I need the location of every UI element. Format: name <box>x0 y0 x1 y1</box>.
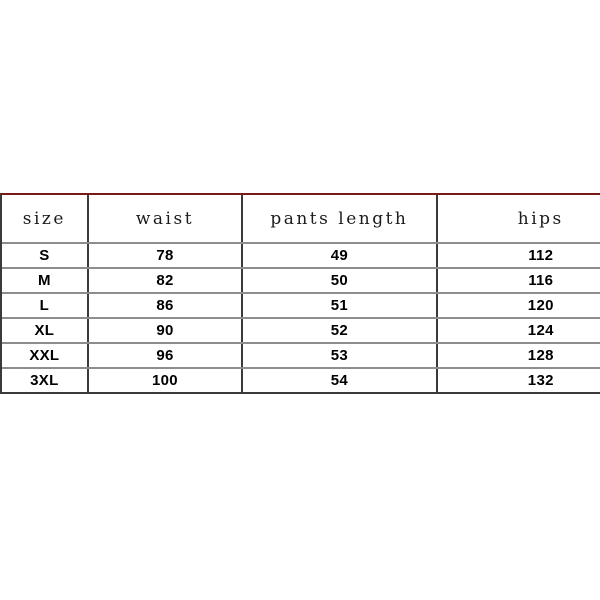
cell-hips-value: 128 <box>527 347 554 364</box>
cell-hips-value: 112 <box>528 247 554 264</box>
column-header-hips-label: hips <box>517 208 564 229</box>
cell-pants-length-value: 49 <box>330 247 349 264</box>
column-header-hips: hips <box>435 195 600 242</box>
cell-size-value: M <box>37 272 51 289</box>
cell-waist-value: 82 <box>156 272 174 289</box>
cell-waist: 100 <box>86 369 241 392</box>
cell-pants-length-value: 52 <box>330 322 349 339</box>
column-header-pants-length-label: pants length <box>270 208 409 229</box>
cell-hips: 124 <box>435 319 600 342</box>
cell-pants-length: 54 <box>241 369 435 392</box>
cell-size-value: S <box>39 247 50 264</box>
cell-waist: 82 <box>86 269 241 292</box>
column-header-size-label: size <box>22 208 66 229</box>
cell-pants-length-value: 51 <box>330 297 349 314</box>
cell-hips: 128 <box>435 344 600 367</box>
size-chart-table: size waist pants length hips S 78 49 112… <box>0 193 600 394</box>
table-row: S 78 49 112 <box>2 242 600 267</box>
cell-size-value: XL <box>34 322 55 339</box>
table-header-row: size waist pants length hips <box>2 195 600 242</box>
cell-hips: 112 <box>435 244 600 267</box>
table-row: 3XL 100 54 132 <box>2 367 600 392</box>
cell-hips-value: 124 <box>527 322 554 339</box>
cell-pants-length: 49 <box>241 244 435 267</box>
cell-size: XXL <box>2 344 87 367</box>
cell-size: S <box>2 244 87 267</box>
cell-pants-length: 52 <box>241 319 435 342</box>
column-header-size: size <box>2 195 87 242</box>
cell-pants-length-value: 53 <box>330 347 349 364</box>
cell-waist: 86 <box>86 294 241 317</box>
cell-hips-value: 116 <box>528 272 554 289</box>
cell-pants-length: 53 <box>241 344 435 367</box>
cell-waist: 90 <box>86 319 241 342</box>
cell-hips: 132 <box>435 369 600 392</box>
cell-size: 3XL <box>2 369 87 392</box>
cell-waist: 96 <box>86 344 241 367</box>
cell-hips: 116 <box>435 269 600 292</box>
cell-waist-value: 96 <box>156 347 174 364</box>
cell-pants-length: 51 <box>241 294 435 317</box>
cell-hips-value: 120 <box>527 297 554 314</box>
cell-pants-length: 50 <box>241 269 435 292</box>
cell-hips-value: 132 <box>527 372 554 389</box>
cell-waist-value: 78 <box>156 247 174 264</box>
cell-size-value: 3XL <box>30 372 59 389</box>
cell-waist: 78 <box>86 244 241 267</box>
cell-size: XL <box>2 319 87 342</box>
table-row: M 82 50 116 <box>2 267 600 292</box>
table-row: L 86 51 120 <box>2 292 600 317</box>
cell-size: L <box>2 294 87 317</box>
cell-pants-length-value: 50 <box>330 272 349 289</box>
cell-pants-length-value: 54 <box>330 372 349 389</box>
table-row: XXL 96 53 128 <box>2 342 600 367</box>
cell-hips: 120 <box>435 294 600 317</box>
cell-waist-value: 90 <box>156 322 174 339</box>
cell-size-value: L <box>39 297 50 314</box>
table-row: XL 90 52 124 <box>2 317 600 342</box>
cell-waist-value: 86 <box>156 297 174 314</box>
column-header-waist: waist <box>86 195 241 242</box>
cell-size-value: XXL <box>29 347 60 364</box>
cell-size: M <box>2 269 87 292</box>
column-header-waist-label: waist <box>135 208 195 229</box>
column-header-pants-length: pants length <box>241 195 435 242</box>
cell-waist-value: 100 <box>151 372 178 389</box>
